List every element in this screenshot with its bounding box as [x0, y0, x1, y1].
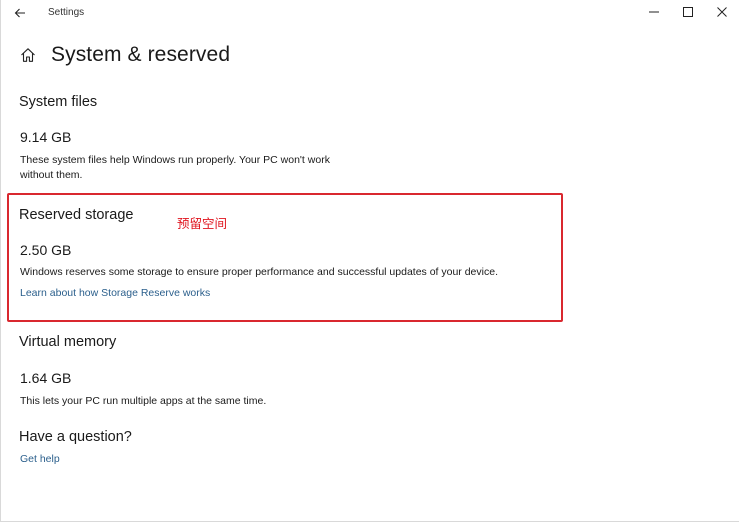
- storage-reserve-link[interactable]: Learn about how Storage Reserve works: [20, 287, 210, 299]
- reserved-storage-description: Windows reserves some storage to ensure …: [20, 266, 498, 278]
- app-title: Settings: [48, 7, 85, 18]
- system-files-heading: System files: [19, 94, 98, 110]
- virtual-memory-size: 1.64 GB: [20, 370, 72, 386]
- home-icon[interactable]: [19, 46, 37, 64]
- page-header: System & reserved: [19, 40, 230, 70]
- page-title: System & reserved: [51, 43, 231, 66]
- close-button[interactable]: [711, 3, 733, 21]
- reserved-storage-heading: Reserved storage: [19, 207, 134, 223]
- settings-window: Settings System & reserved System files …: [0, 0, 739, 522]
- virtual-memory-heading: Virtual memory: [19, 334, 117, 350]
- maximize-icon: [683, 7, 693, 17]
- reserved-storage-size: 2.50 GB: [20, 242, 72, 258]
- close-icon: [717, 7, 727, 17]
- reserved-storage-annotation: 预留空间: [177, 216, 228, 231]
- minimize-icon: [649, 11, 659, 13]
- title-bar: Settings: [1, 0, 739, 26]
- get-help-link[interactable]: Get help: [20, 453, 60, 465]
- system-files-description-line2: without them.: [20, 169, 83, 181]
- back-arrow-icon: [14, 8, 25, 18]
- virtual-memory-description: This lets your PC run multiple apps at t…: [20, 395, 267, 407]
- maximize-button[interactable]: [677, 3, 699, 21]
- question-heading: Have a question?: [19, 429, 132, 445]
- minimize-button[interactable]: [643, 3, 665, 21]
- system-files-size: 9.14 GB: [20, 129, 72, 145]
- back-button[interactable]: [11, 4, 29, 22]
- system-files-description-line1: These system files help Windows run prop…: [20, 154, 330, 166]
